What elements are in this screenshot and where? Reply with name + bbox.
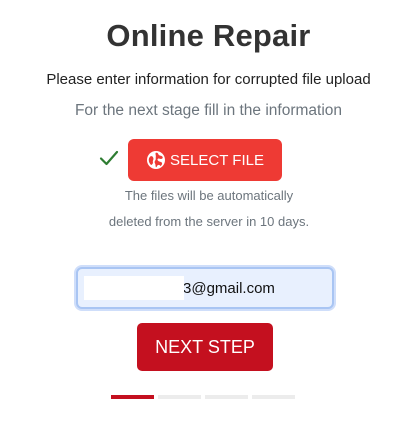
redacted-email-portion [84, 276, 184, 300]
instruction-text: For the next stage fill in the informati… [74, 102, 343, 119]
next-step-button[interactable]: NEXT STEP [137, 323, 273, 371]
globe-icon [146, 150, 166, 170]
next-step-label: NEXT STEP [155, 336, 255, 357]
retention-note: The files will be automatically deleted … [108, 188, 310, 229]
progress-step-1 [111, 395, 154, 399]
page-subtitle: Please enter information for corrupted f… [46, 71, 371, 88]
select-file-button[interactable]: SELECT FILE [128, 139, 282, 181]
checkmark-icon [98, 147, 120, 169]
progress-step-4 [252, 395, 295, 399]
step-progress-indicator [111, 395, 295, 399]
page-title: Online Repair [106, 18, 311, 53]
progress-step-2 [158, 395, 201, 399]
select-file-label: SELECT FILE [170, 151, 264, 169]
progress-step-3 [205, 395, 248, 399]
email-field-container [76, 267, 334, 309]
